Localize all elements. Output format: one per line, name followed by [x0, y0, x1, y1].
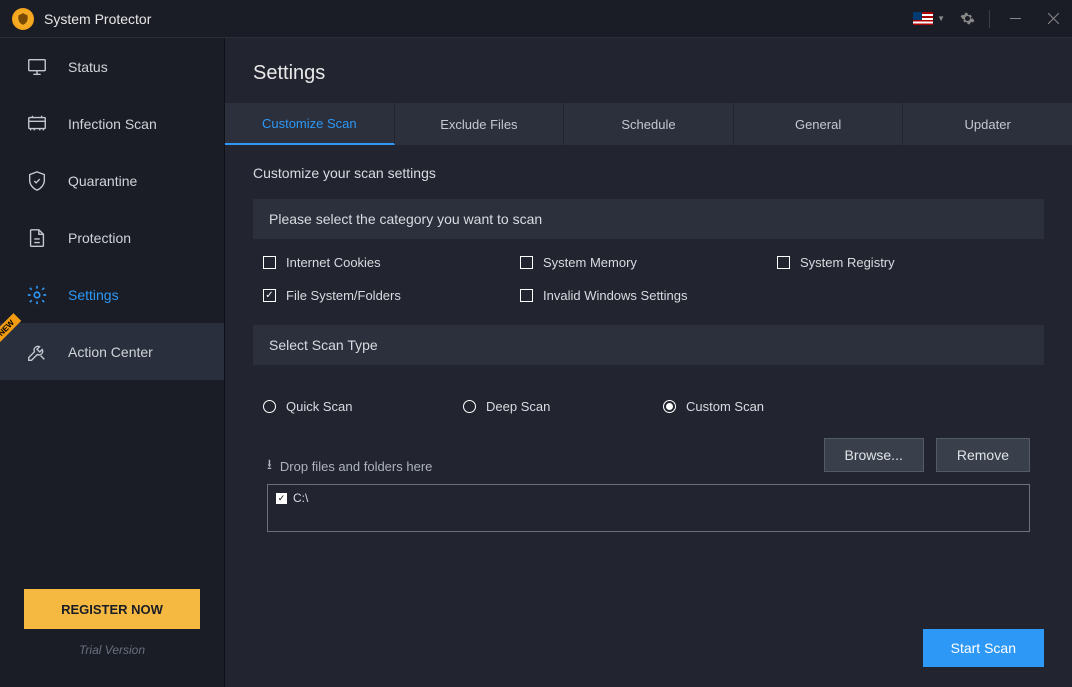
browse-button[interactable]: Browse...: [824, 438, 924, 472]
wrench-icon: [24, 339, 50, 365]
radio[interactable]: [663, 400, 676, 413]
start-scan-button[interactable]: Start Scan: [923, 629, 1044, 667]
flag-us-icon: [913, 12, 933, 25]
category-system-memory[interactable]: System Memory: [520, 255, 777, 270]
monitor-icon: [24, 54, 50, 80]
checkbox[interactable]: ✓: [276, 493, 287, 504]
drop-hint: ⭳ Drop files and folders here: [267, 454, 432, 478]
scan-type-quick[interactable]: Quick Scan: [263, 399, 463, 414]
drop-hint-label: Drop files and folders here: [280, 459, 432, 474]
divider: [989, 10, 990, 28]
sidebar-item-protection[interactable]: Protection: [0, 209, 224, 266]
settings-gear-button[interactable]: [951, 0, 983, 37]
trial-version-label: Trial Version: [24, 643, 200, 657]
scan-type-deep[interactable]: Deep Scan: [463, 399, 663, 414]
app-logo: [12, 8, 34, 30]
page-title: Settings: [253, 62, 1044, 85]
register-button[interactable]: REGISTER NOW: [24, 589, 200, 629]
tab-schedule[interactable]: Schedule: [564, 103, 734, 145]
sidebar: Status Infection Scan Quarantine: [0, 38, 225, 687]
sidebar-item-label: Quarantine: [68, 173, 137, 189]
remove-button[interactable]: Remove: [936, 438, 1030, 472]
sidebar-item-quarantine[interactable]: Quarantine: [0, 152, 224, 209]
checkbox[interactable]: [777, 256, 790, 269]
checkbox[interactable]: [520, 289, 533, 302]
chevron-down-icon: ▼: [937, 14, 945, 23]
radio[interactable]: [463, 400, 476, 413]
tab-updater[interactable]: Updater: [903, 103, 1072, 145]
app-title: System Protector: [44, 11, 151, 27]
checkbox-label: System Memory: [543, 255, 637, 270]
sidebar-item-label: Infection Scan: [68, 116, 157, 132]
scan-type-section-header: Select Scan Type: [253, 325, 1044, 365]
checkbox-label: Invalid Windows Settings: [543, 288, 688, 303]
sidebar-item-label: Protection: [68, 230, 131, 246]
content-area: Settings Customize Scan Exclude Files Sc…: [225, 38, 1072, 687]
checkbox-label: File System/Folders: [286, 288, 401, 303]
minimize-button[interactable]: [996, 0, 1034, 37]
sidebar-item-label: Action Center: [68, 344, 153, 360]
minimize-icon: [1010, 13, 1021, 24]
radio-label: Custom Scan: [686, 399, 764, 414]
tab-exclude-files[interactable]: Exclude Files: [395, 103, 565, 145]
sidebar-item-label: Status: [68, 59, 108, 75]
category-file-system[interactable]: File System/Folders: [263, 288, 520, 303]
checkbox[interactable]: [263, 289, 276, 302]
category-system-registry[interactable]: System Registry: [777, 255, 1034, 270]
radio[interactable]: [263, 400, 276, 413]
language-selector[interactable]: ▼: [907, 0, 951, 37]
gear-icon: [24, 282, 50, 308]
checkbox-label: System Registry: [800, 255, 895, 270]
sidebar-item-label: Settings: [68, 287, 119, 303]
category-section-header: Please select the category you want to s…: [253, 199, 1044, 239]
sidebar-item-status[interactable]: Status: [0, 38, 224, 95]
sidebar-item-action-center[interactable]: NEW Action Center: [0, 323, 224, 380]
customize-subtitle: Customize your scan settings: [253, 165, 1044, 181]
settings-tabs: Customize Scan Exclude Files Schedule Ge…: [225, 103, 1072, 145]
file-item[interactable]: ✓ C:\: [276, 491, 1021, 505]
sidebar-item-infection-scan[interactable]: Infection Scan: [0, 95, 224, 152]
shield-check-icon: [24, 168, 50, 194]
scan-type-custom[interactable]: Custom Scan: [663, 399, 863, 414]
tab-customize-scan[interactable]: Customize Scan: [225, 103, 395, 145]
checkbox[interactable]: [263, 256, 276, 269]
gear-icon: [960, 11, 975, 26]
checkbox-label: Internet Cookies: [286, 255, 381, 270]
scan-icon: [24, 111, 50, 137]
tab-general[interactable]: General: [734, 103, 904, 145]
category-invalid-windows[interactable]: Invalid Windows Settings: [520, 288, 777, 303]
category-internet-cookies[interactable]: Internet Cookies: [263, 255, 520, 270]
close-button[interactable]: [1034, 0, 1072, 37]
document-shield-icon: [24, 225, 50, 251]
close-icon: [1048, 13, 1059, 24]
radio-label: Quick Scan: [286, 399, 352, 414]
file-path-label: C:\: [293, 491, 308, 505]
download-icon: ⭳: [267, 454, 272, 478]
radio-label: Deep Scan: [486, 399, 550, 414]
sidebar-item-settings[interactable]: Settings: [0, 266, 224, 323]
file-list[interactable]: ✓ C:\: [267, 484, 1030, 532]
checkbox[interactable]: [520, 256, 533, 269]
titlebar: System Protector ▼: [0, 0, 1072, 38]
